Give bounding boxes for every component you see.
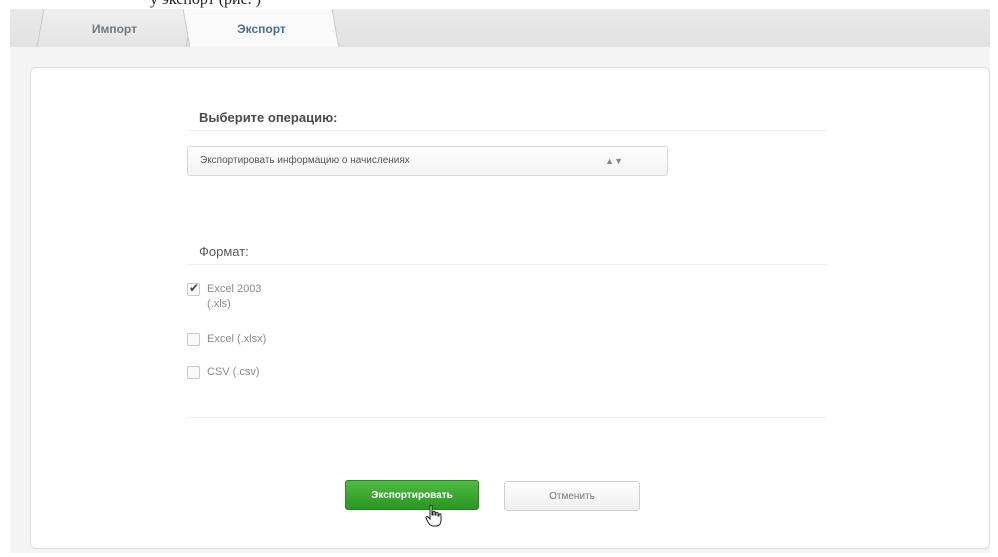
checkmark-icon: ✔ bbox=[189, 281, 200, 295]
format-option-xls-label: Excel 2003 (.xls) bbox=[207, 282, 261, 312]
tab-panel: Выберите операцию: Экспортировать информ… bbox=[10, 47, 990, 553]
format-label: Формат: bbox=[199, 244, 249, 259]
tab-import-label: Импорт bbox=[92, 22, 138, 36]
operation-select-value: Экспортировать информацию о начислениях bbox=[200, 155, 410, 166]
cancel-button[interactable]: Отменить bbox=[504, 481, 640, 511]
page-caption: у экспорт (рис. ) bbox=[0, 0, 998, 9]
tab-export-label: Экспорт bbox=[236, 22, 286, 36]
tab-export[interactable]: Экспорт bbox=[182, 9, 340, 48]
operation-select[interactable]: Экспортировать информацию о начислениях … bbox=[187, 146, 668, 176]
format-option-xls-name: Excel 2003 bbox=[207, 283, 262, 295]
operation-label: Выберите операцию: bbox=[199, 110, 338, 125]
export-form: Выберите операцию: Экспортировать информ… bbox=[30, 67, 990, 549]
tab-import[interactable]: Импорт bbox=[36, 9, 194, 47]
checkbox-csv[interactable] bbox=[187, 366, 200, 379]
form-bottom-divider bbox=[187, 417, 827, 418]
operation-divider bbox=[187, 130, 827, 131]
up-down-arrows-icon: ▲▼ bbox=[605, 156, 623, 166]
format-option-xls-ext: (.xls) bbox=[207, 298, 231, 310]
hand-pointer-icon bbox=[425, 504, 442, 527]
format-option-xlsx-label: Excel (.xlsx) bbox=[207, 333, 267, 345]
checkbox-xls[interactable]: ✔ bbox=[187, 281, 200, 296]
export-button[interactable]: Экспортировать bbox=[345, 480, 479, 510]
checkbox-xlsx[interactable] bbox=[187, 333, 200, 346]
format-divider bbox=[187, 264, 827, 265]
format-option-csv-label: CSV (.csv) bbox=[207, 366, 260, 378]
tab-bar: Импорт Экспорт bbox=[10, 9, 990, 48]
